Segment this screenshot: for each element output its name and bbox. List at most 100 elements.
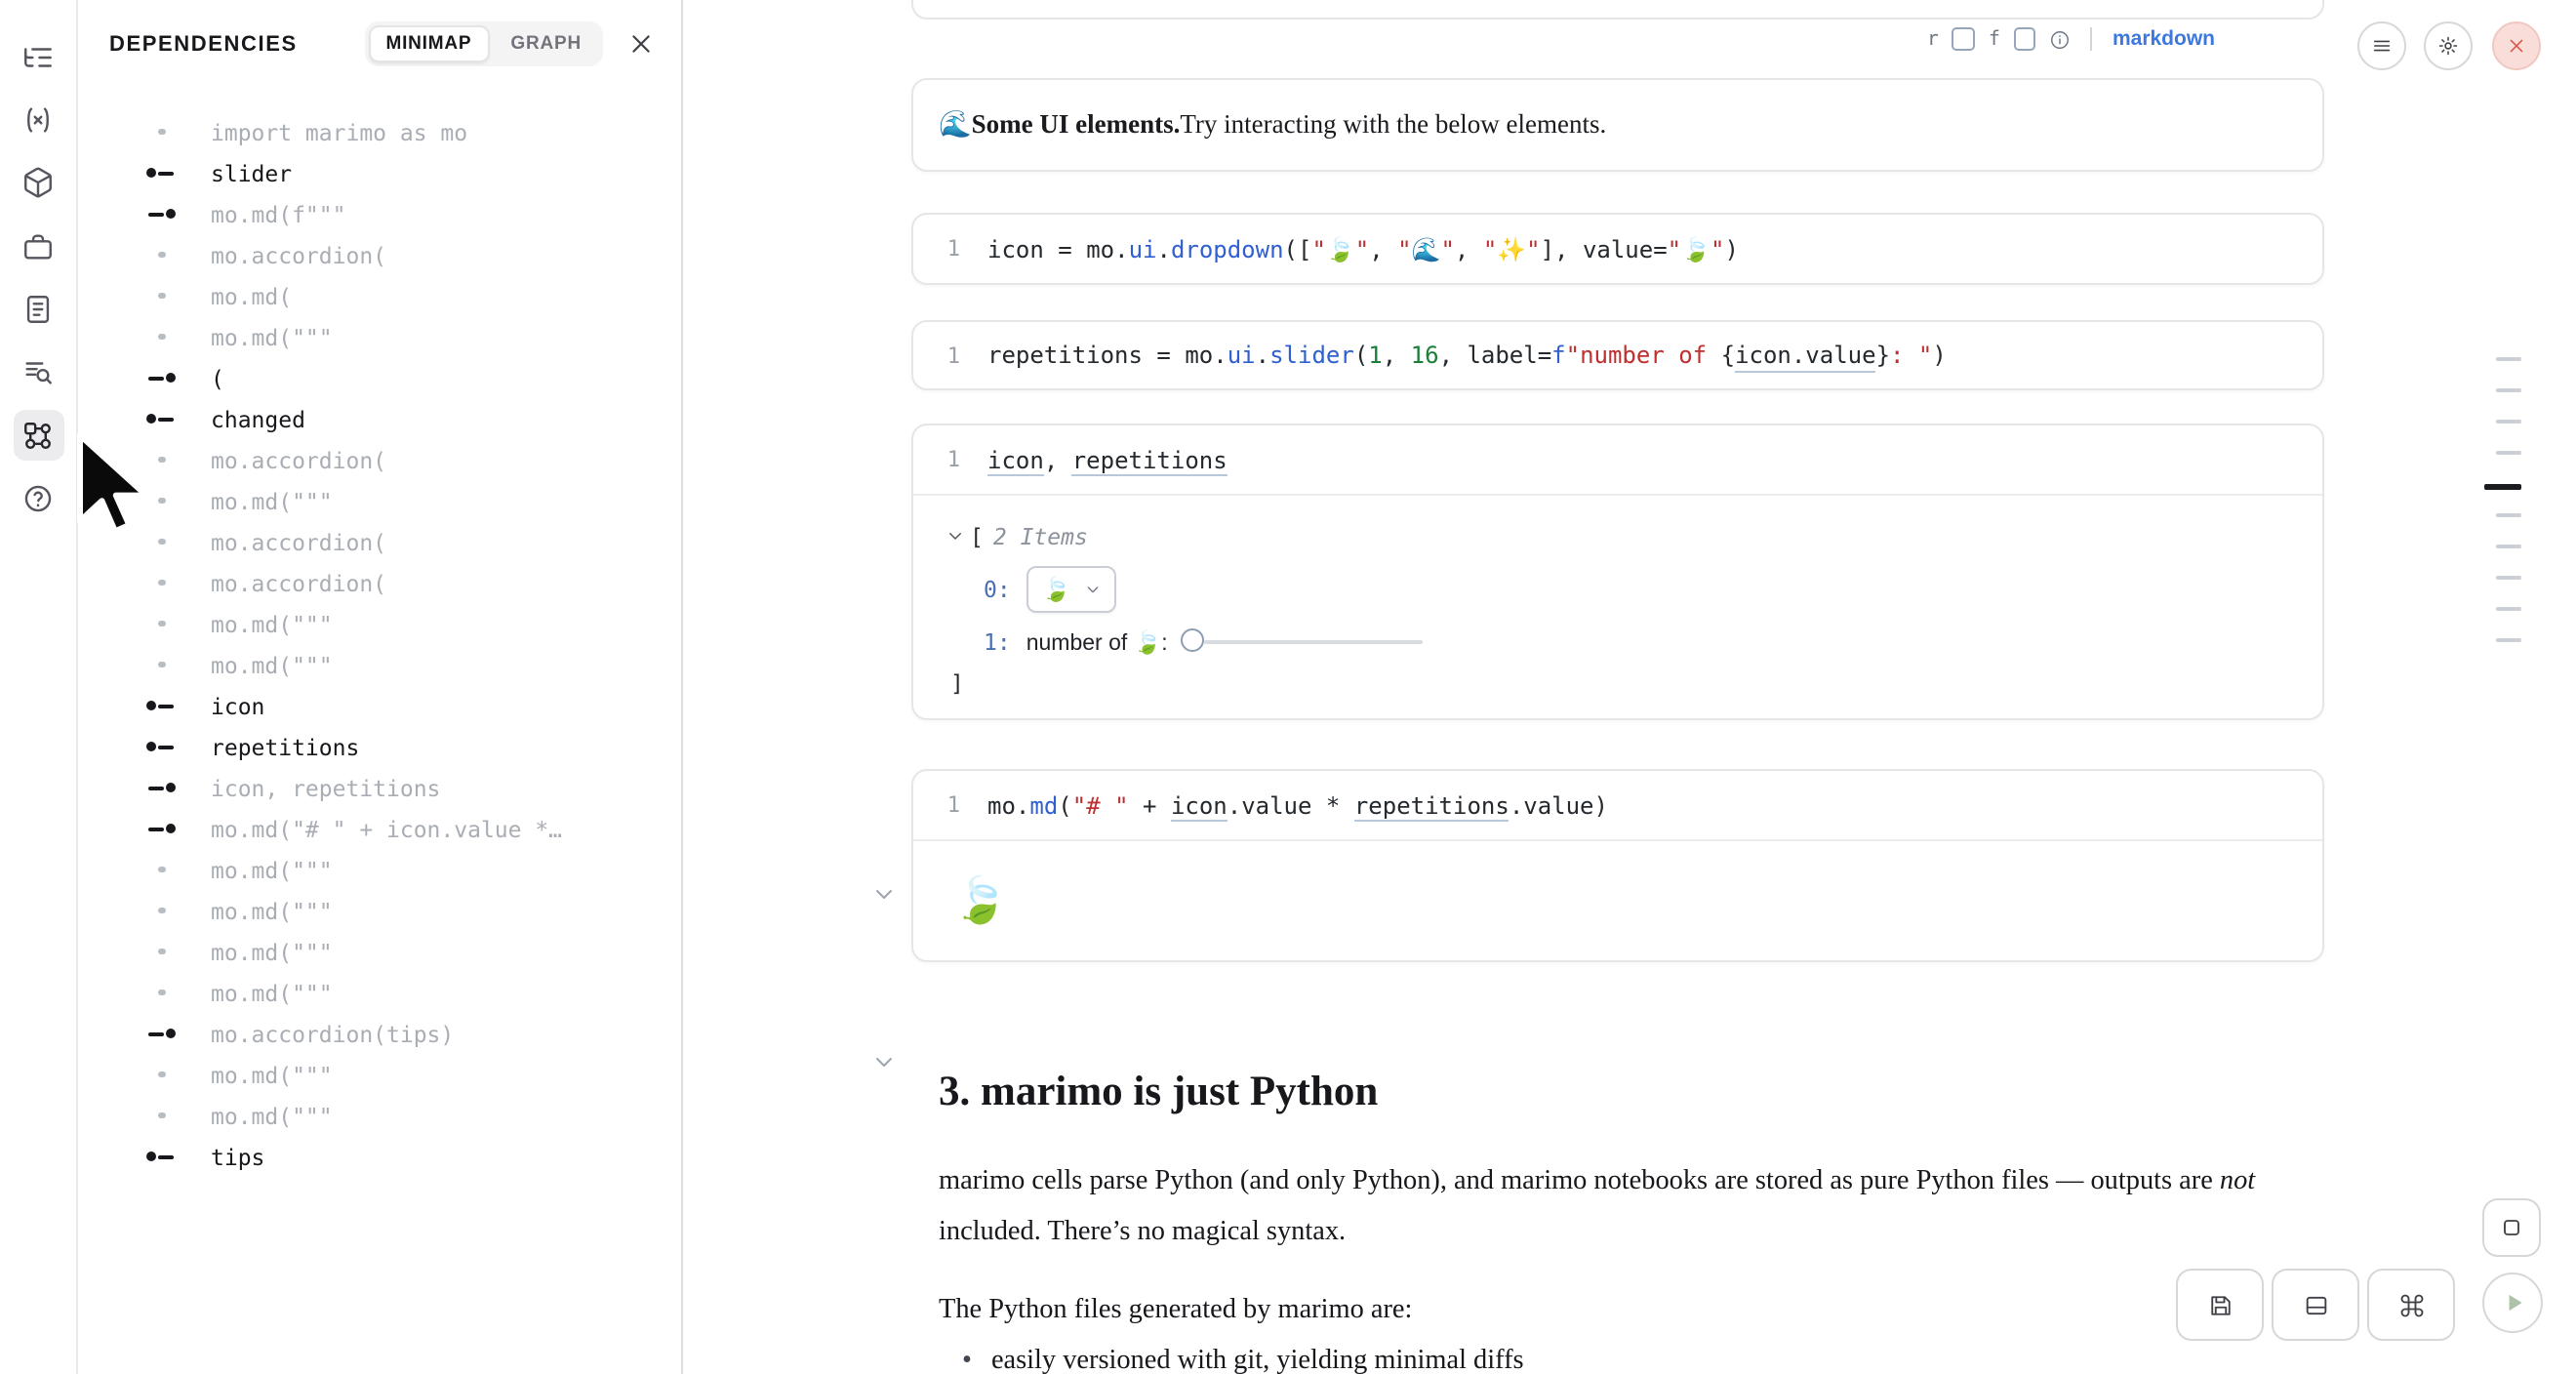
keyboard-shortcuts-button[interactable] <box>2367 1269 2455 1341</box>
minimap-toggle-button[interactable] <box>2482 1198 2541 1257</box>
icon-dropdown[interactable]: 🍃 <box>1026 566 1116 613</box>
sidebar-button-dependencies[interactable] <box>13 411 63 462</box>
format-checkbox[interactable] <box>2014 28 2036 51</box>
sidebar-button-toolbox[interactable] <box>13 221 63 271</box>
reactive-checkbox[interactable] <box>1952 28 1975 51</box>
shutdown-button[interactable] <box>2492 21 2541 70</box>
minimap-item-label: mo.md(""" <box>211 938 333 965</box>
minimap-item-label: mo.md(""" <box>211 487 333 514</box>
sidebar-button-variables[interactable] <box>13 95 63 145</box>
settings-button[interactable] <box>2424 21 2473 70</box>
reactive-label: r <box>1927 28 1939 50</box>
minimap-item[interactable]: icon <box>78 685 683 726</box>
output-collapse-chevron[interactable] <box>872 880 896 915</box>
cell-mark[interactable] <box>2496 513 2521 517</box>
minimap-item-label: repetitions <box>211 733 359 760</box>
sidebar-button-documentation[interactable] <box>13 284 63 335</box>
tab-minimap[interactable]: MINIMAP <box>368 25 489 62</box>
minimap-item[interactable]: mo.accordion( <box>78 562 683 603</box>
minimap-list: import marimo as moslidermo.md(f""" mo.ac… <box>78 111 683 1177</box>
minimap-item[interactable]: mo.md(""" <box>78 890 683 931</box>
cell-mark[interactable] <box>2496 451 2521 455</box>
package-icon <box>21 167 55 200</box>
minimap-item[interactable]: mo.md(""" <box>78 1054 683 1095</box>
help-icon <box>21 482 55 515</box>
minimap-item[interactable]: tips <box>78 1136 683 1177</box>
minimap-item[interactable]: mo.md(""" <box>78 1095 683 1136</box>
cell-connector-marker <box>144 1136 180 1177</box>
cell-connector-marker <box>144 357 180 398</box>
minimap-item[interactable]: ( <box>78 357 683 398</box>
minimap-item[interactable]: mo.md(""" <box>78 603 683 644</box>
minimap-item-label: mo.accordion( <box>211 528 386 555</box>
minimap-item-label: changed <box>211 405 305 432</box>
sidebar-button-help[interactable] <box>13 473 63 524</box>
cell-mark[interactable] <box>2496 638 2521 642</box>
cell-mark[interactable] <box>2496 607 2521 611</box>
cell-dot-marker <box>144 644 180 685</box>
cell-editor[interactable]: 1 repetitions = mo.ui.slider(1, 16, labe… <box>913 322 2322 388</box>
cell-dot-marker <box>144 603 180 644</box>
minimap-item[interactable]: icon, repetitions <box>78 767 683 808</box>
cell-mark[interactable] <box>2496 420 2521 424</box>
minimap-item[interactable]: mo.md(""" <box>78 849 683 890</box>
code-cell-tuple: 1 icon, repetitions [ 2 Items 0: 🍃 <box>911 424 2324 720</box>
markdown-cell-editor[interactable]: 1 🌊 **Some UI elements.** Try interactin… <box>911 0 2324 20</box>
minimap-item[interactable]: mo.md(f""" <box>78 193 683 234</box>
cell-mark[interactable] <box>2496 545 2521 548</box>
minimap-item[interactable]: mo.md("# " + icon.value *… <box>78 808 683 849</box>
repetitions-slider[interactable] <box>1182 628 1424 656</box>
minimap-item[interactable]: mo.md(""" <box>78 644 683 685</box>
cell-editor[interactable]: 1 icon, repetitions <box>913 425 2322 496</box>
minimap-item[interactable]: mo.accordion(tips) <box>78 1013 683 1054</box>
code-cell-dropdown: 1 icon = mo.ui.dropdown(["🍃", "🌊", "✨"],… <box>911 213 2324 285</box>
code-line: icon, repetitions <box>987 446 1228 473</box>
sidebar-button-packages[interactable] <box>13 158 63 209</box>
minimap-item-label: mo.md( <box>211 282 292 309</box>
code-line: repetitions = mo.ui.slider(1, 16, label=… <box>987 342 1947 369</box>
cell-dot-marker <box>144 275 180 316</box>
cell-mark[interactable] <box>2496 356 2521 360</box>
minimap-item[interactable]: slider <box>78 152 683 193</box>
tree-key-0: 0: <box>984 576 1011 603</box>
notebook-menu-button[interactable] <box>2357 21 2406 70</box>
run-all-button[interactable] <box>2482 1273 2543 1333</box>
cell-mark-active[interactable] <box>2484 484 2521 489</box>
section-heading: 3. marimo is just Python <box>939 1068 1378 1116</box>
panel-layout-button[interactable] <box>2272 1269 2359 1341</box>
line-number: 1 <box>913 343 960 368</box>
close-panel-button[interactable] <box>628 31 654 57</box>
minimap-item[interactable]: mo.md(""" <box>78 931 683 972</box>
slider-track[interactable] <box>1205 639 1424 644</box>
tree-collapse-chevron[interactable] <box>946 523 964 550</box>
cell-mark[interactable] <box>2496 388 2521 392</box>
minimap-item-label: mo.accordion( <box>211 241 386 268</box>
slider-knob[interactable] <box>1182 628 1205 652</box>
minimap-item[interactable]: mo.md(""" <box>78 972 683 1013</box>
search-list-icon <box>21 356 55 389</box>
minimap-item-label: icon, repetitions <box>211 774 440 801</box>
language-toggle[interactable]: markdown <box>2113 27 2215 51</box>
minimap-item[interactable]: mo.md( <box>78 275 683 316</box>
minimap-item[interactable]: mo.md(""" <box>78 316 683 357</box>
bottom-panel-icon <box>2302 1291 2329 1318</box>
minimap-item[interactable]: repetitions <box>78 726 683 767</box>
minimap-item-label: mo.md("# " + icon.value *… <box>211 815 562 842</box>
cell-editor[interactable]: 1 mo.md("# " + icon.value * repetitions.… <box>913 771 2322 841</box>
save-button[interactable] <box>2176 1269 2264 1341</box>
minimap-item[interactable]: mo.accordion( <box>78 234 683 275</box>
panel-title: DEPENDENCIES <box>109 32 298 56</box>
section-collapse-chevron[interactable] <box>872 1048 896 1083</box>
info-icon[interactable] <box>2050 28 2072 50</box>
cell-editor[interactable]: 1 icon = mo.ui.dropdown(["🍃", "🌊", "✨"],… <box>913 215 2322 283</box>
tab-graph[interactable]: GRAPH <box>493 25 599 62</box>
minimap-item[interactable]: import marimo as mo <box>78 111 683 152</box>
sidebar-button-outline[interactable] <box>13 31 63 82</box>
minimap-item-label: mo.md(""" <box>211 979 333 1006</box>
cell-connector-marker <box>144 808 180 849</box>
cell-mark[interactable] <box>2496 576 2521 580</box>
tree-close-bracket: ] <box>950 669 964 697</box>
sidebar-button-search-list[interactable] <box>13 347 63 398</box>
cell-connector-marker <box>144 1013 180 1054</box>
tree-item-count: 2 Items <box>993 523 1088 550</box>
